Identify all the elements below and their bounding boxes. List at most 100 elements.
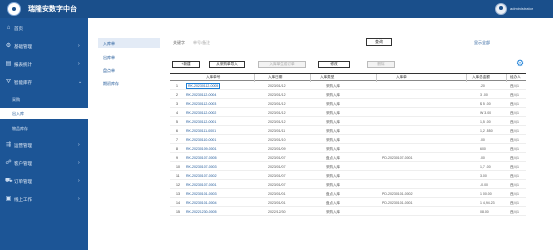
table-row[interactable]: 4 RK-20230112-0002 2023/01/12 采购入库 W 3.00 西川1 <box>170 109 526 117</box>
cell-inbound-no[interactable]: RK-20230112-0001 <box>186 120 216 124</box>
cell-date: 2023/01/11 <box>268 129 286 133</box>
chevron-right-icon: › <box>78 61 80 67</box>
row-index: 14 <box>176 201 180 205</box>
table-row[interactable]: 6 RK-20230111-0001 2023/01/11 采购入库 1,2 .550 西… <box>170 127 526 135</box>
table-row[interactable]: 1 RK-20230112-0005 2023/01/12 采购入库 .20 西川1 <box>170 82 526 90</box>
cell-date: 2023/01/12 <box>268 102 286 106</box>
cell-type: 采购入库 <box>326 138 340 142</box>
cell-inbound-no[interactable]: RK-20230101-0003 <box>186 192 217 196</box>
tasks-icon: ⇶ <box>5 142 12 148</box>
table-row[interactable]: 12 RK-20230107-0001 2023/01/07 采购入库 -0.00 西川1 <box>170 181 526 189</box>
subnav-item-outbound[interactable]: 出库单 <box>98 52 160 62</box>
sidebar-item-label: 订单管理 <box>14 179 32 184</box>
sidebar-item-home[interactable]: ⌂ 首页 <box>0 22 88 36</box>
user-name[interactable]: administrator <box>510 6 533 11</box>
sidebar-subitem-purchase[interactable]: 采购 <box>0 94 88 105</box>
sidebar-subitem-item-stock[interactable]: 物品库存 <box>0 123 88 134</box>
sidebar: ⌂ 首页 ⚙ 基础管理 › ▤ 报表统计 › ⛛ 智能库存 ⌄ 采购 出入库 物… <box>0 18 88 250</box>
filter-icon: ⛛ <box>5 79 12 85</box>
cell-inbound-no[interactable]: RK-20221230-0005 <box>186 210 217 214</box>
row-index: 9 <box>176 156 178 160</box>
show-all-link[interactable]: 显示全部 <box>474 40 490 46</box>
row-index: 11 <box>176 174 180 178</box>
app-logo <box>7 2 21 16</box>
sidebar-subitem-label: 出入库 <box>12 111 24 116</box>
sidebar-item-inventory[interactable]: ⛛ 智能库存 ⌄ <box>0 76 88 90</box>
user-avatar[interactable] <box>495 3 507 15</box>
cell-inbound-no[interactable]: RK-20230112-0003 <box>186 102 216 106</box>
table-row[interactable]: 2 RK-20230112-0004 2023/01/12 采购入库 3 .00 西川1 <box>170 91 526 99</box>
keyword-input[interactable]: 单号/备注 <box>193 40 210 46</box>
cell-date: 2023/01/01 <box>268 201 286 205</box>
sidebar-item-basic[interactable]: ⚙ 基础管理 › <box>0 40 88 54</box>
sidebar-item-reports[interactable]: ▤ 报表统计 › <box>0 58 88 72</box>
app-title: 瑞隆安数字中台 <box>28 6 77 13</box>
cell-date: 2023/01/07 <box>268 183 286 187</box>
cell-amount: 08.00 <box>480 210 489 214</box>
import-from-po-button[interactable]: 从采购单导入 <box>209 61 245 68</box>
cell-inbound-no[interactable]: RK-20230111-0001 <box>186 129 216 133</box>
table-row[interactable]: 11 RK-20230107-0002 2023/01/07 采购入库 3.00 西川1 <box>170 172 526 180</box>
row-index: 1 <box>176 84 178 88</box>
sidebar-item-customers[interactable]: ☍ 客户管理 › <box>0 157 88 171</box>
subnav-item-inbound[interactable]: 入库单 <box>98 38 160 48</box>
col-header-operator[interactable]: 经办人 <box>510 75 521 80</box>
col-header-no[interactable]: 入库单号 <box>206 75 220 80</box>
cell-inbound-no[interactable]: RK-20230107-0002 <box>186 174 217 178</box>
cell-inbound-no[interactable]: RK-20230101-0004 <box>186 201 217 205</box>
table-row[interactable]: 8 RK-20230109-0001 2023/01/09 采购入库 600 西川1 <box>170 145 526 153</box>
subnav-item-opening-stock[interactable]: 期初库存 <box>98 78 160 88</box>
home-icon: ⌂ <box>6 25 11 31</box>
cell-inbound-no[interactable]: RK-20230109-0001 <box>186 147 217 151</box>
cell-inbound-no[interactable]: RK-20230110-0001 <box>186 138 216 142</box>
new-button[interactable]: +新建 <box>172 61 200 68</box>
table-row[interactable]: 9 RK-20230107-0005 2023/01/07 盘点入库 PD-202301… <box>170 154 526 162</box>
to-order-button[interactable]: 入库单生成订单 <box>258 61 306 68</box>
sidebar-item-operations[interactable]: ⇶ 运营管理 › <box>0 139 88 153</box>
cell-date: 2023/01/01 <box>268 192 286 196</box>
col-header-amount[interactable]: 入库总金额 <box>472 75 490 80</box>
table-row[interactable]: 13 RK-20230101-0003 2023/01/01 盘点入库 PD-20230… <box>170 190 526 198</box>
top-header: 瑞隆安数字中台 administrator <box>0 0 553 18</box>
chevron-down-icon: ⌄ <box>78 79 83 85</box>
cell-inbound-no[interactable]: RK-20230107-0003 <box>186 165 217 169</box>
sidebar-item-orders[interactable]: ⛟ 订单管理 › <box>0 175 88 189</box>
cell-date: 2023/01/07 <box>268 174 286 178</box>
subnav-item-label: 期初库存 <box>103 81 119 86</box>
search-button[interactable]: 查询 <box>366 38 392 46</box>
table-row[interactable]: 7 RK-20230110-0001 2023/01/10 采购入库 .00 西川1 <box>170 136 526 144</box>
sidebar-item-label: 客户管理 <box>14 161 32 166</box>
cell-operator: 西川1 <box>510 129 519 133</box>
table-row[interactable]: 14 RK-20230101-0004 2023/01/01 盘点入库 PD-20230… <box>170 199 526 207</box>
col-header-ref[interactable]: 入库单 <box>396 75 407 80</box>
table-row[interactable]: 5 RK-20230112-0001 2023/01/12 采购入库 1,5 .00 西川… <box>170 118 526 126</box>
cell-ref: PD-20230101-0002 <box>382 192 413 196</box>
cell-inbound-no[interactable]: RK-20230112-0005 <box>186 83 221 89</box>
sidebar-subitem-stock-io[interactable]: 出入库 <box>0 108 88 119</box>
cell-date: 2023/01/12 <box>268 93 286 97</box>
cell-amount: 1,7 .00 <box>480 165 491 169</box>
window-icon: ▣ <box>5 196 12 202</box>
col-header-date[interactable]: 入库日期 <box>268 75 282 80</box>
sidebar-item-label: 报表统计 <box>14 62 32 67</box>
gear-icon: ⚙ <box>5 43 12 49</box>
cell-operator: 西川1 <box>510 111 519 115</box>
row-index: 6 <box>176 129 178 133</box>
settings-gear-icon[interactable]: ⚙ <box>516 59 524 68</box>
row-index: 4 <box>176 111 178 115</box>
sidebar-subitem-label: 物品库存 <box>12 126 28 131</box>
table-row[interactable]: 10 RK-20230107-0003 2023/01/07 采购入库 1,7 .00 西… <box>170 163 526 171</box>
cell-date: 2023/01/12 <box>268 84 286 88</box>
cell-inbound-no[interactable]: RK-20230112-0004 <box>186 93 216 97</box>
sidebar-item-online-work[interactable]: ▣ 线上工作 › <box>0 193 88 207</box>
delete-button[interactable]: 删除 <box>367 61 395 68</box>
row-index: 5 <box>176 120 178 124</box>
modify-button[interactable]: 修改 <box>318 61 350 68</box>
subnav-item-stocktake[interactable]: 盘点单 <box>98 65 160 75</box>
col-header-type[interactable]: 入库类型 <box>320 75 334 80</box>
table-row[interactable]: 3 RK-20230112-0003 2023/01/12 采购入库 $ 5 .00 西川… <box>170 100 526 108</box>
cell-inbound-no[interactable]: RK-20230107-0001 <box>186 183 217 187</box>
cell-inbound-no[interactable]: RK-20230112-0002 <box>186 111 216 115</box>
table-row[interactable]: 15 RK-20221230-0005 2022/12/30 采购入库 08.00 西川1 <box>170 208 526 216</box>
cell-inbound-no[interactable]: RK-20230107-0005 <box>186 156 217 160</box>
